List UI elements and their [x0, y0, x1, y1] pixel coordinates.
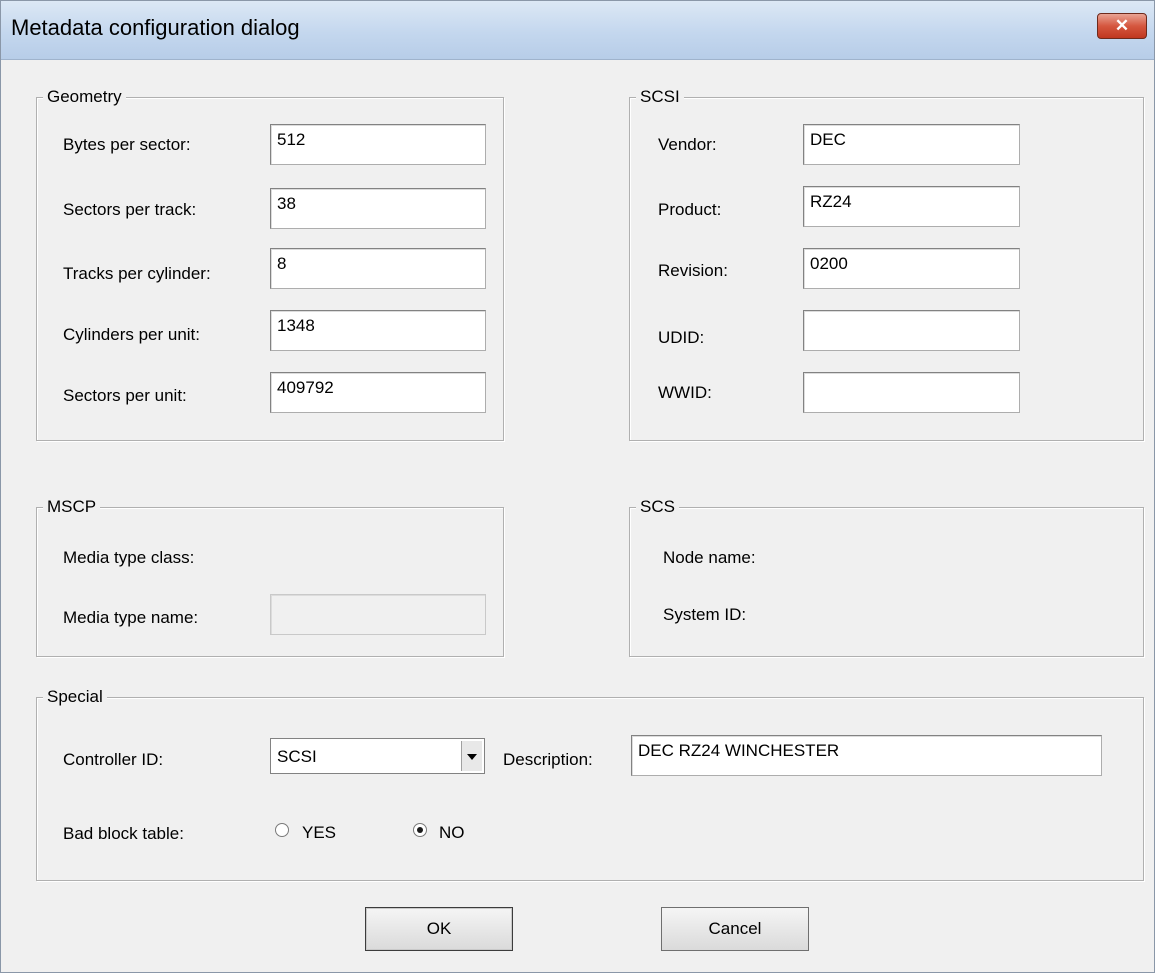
media-type-class-label: Media type class: — [63, 548, 195, 567]
bad-block-no-label[interactable]: NO — [439, 823, 465, 843]
bad-block-yes-radio[interactable] — [275, 823, 289, 837]
cylinders-per-unit-field[interactable]: 1348 — [270, 310, 486, 351]
special-legend: Special — [43, 687, 107, 707]
node-name-label: Node name: — [663, 548, 756, 567]
metadata-dialog: Metadata configuration dialog ✕ Geometry… — [0, 0, 1155, 973]
mscp-legend: MSCP — [43, 497, 101, 517]
geometry-group: Geometry Bytes per sector: 512 Sectors p… — [36, 87, 504, 441]
controller-id-select[interactable]: SCSI — [270, 738, 485, 774]
vendor-field[interactable]: DEC — [803, 124, 1020, 165]
bytes-per-sector-label: Bytes per sector: — [63, 135, 191, 154]
system-id-label: System ID: — [663, 605, 747, 624]
sectors-per-unit-field[interactable]: 409792 — [270, 372, 486, 413]
controller-id-value: SCSI — [277, 747, 317, 766]
bad-block-yes-label[interactable]: YES — [302, 823, 336, 843]
wwid-label: WWID: — [658, 383, 712, 402]
dialog-title: Metadata configuration dialog — [11, 15, 300, 40]
revision-label: Revision: — [658, 261, 728, 280]
bad-block-no-radio[interactable] — [413, 823, 427, 837]
description-field[interactable]: DEC RZ24 WINCHESTER — [631, 735, 1102, 776]
tracks-per-cylinder-label: Tracks per cylinder: — [63, 264, 211, 283]
media-type-name-label: Media type name: — [63, 608, 199, 627]
bytes-per-sector-field[interactable]: 512 — [270, 124, 486, 165]
product-label: Product: — [658, 200, 722, 219]
scs-legend: SCS — [636, 497, 679, 517]
bad-block-table-label: Bad block table: — [63, 824, 184, 843]
ok-button[interactable]: OK — [365, 907, 513, 951]
tracks-per-cylinder-field[interactable]: 8 — [270, 248, 486, 289]
cylinders-per-unit-label: Cylinders per unit: — [63, 325, 201, 344]
controller-id-label: Controller ID: — [63, 750, 164, 769]
wwid-field[interactable] — [803, 372, 1020, 413]
sectors-per-track-label: Sectors per track: — [63, 200, 197, 219]
udid-label: UDID: — [658, 328, 705, 347]
close-button[interactable]: ✕ — [1097, 13, 1147, 39]
special-group: Special Controller ID: SCSI Description:… — [36, 687, 1144, 881]
close-icon: ✕ — [1114, 16, 1130, 35]
sectors-per-track-field[interactable]: 38 — [270, 188, 486, 229]
scs-group: SCS Node name: System ID: — [629, 497, 1144, 657]
sectors-per-unit-label: Sectors per unit: — [63, 386, 187, 405]
description-label: Description: — [503, 750, 593, 769]
geometry-legend: Geometry — [43, 87, 126, 107]
scsi-group: SCSI Vendor: DEC Product: RZ24 Revision:… — [629, 87, 1144, 441]
chevron-down-icon[interactable] — [461, 741, 482, 771]
cancel-button[interactable]: Cancel — [661, 907, 809, 951]
product-field[interactable]: RZ24 — [803, 186, 1020, 227]
udid-field[interactable] — [803, 310, 1020, 351]
scsi-legend: SCSI — [636, 87, 684, 107]
vendor-label: Vendor: — [658, 135, 717, 154]
media-type-name-field — [270, 594, 486, 635]
mscp-group: MSCP Media type class: Media type name: — [36, 497, 504, 657]
revision-field[interactable]: 0200 — [803, 248, 1020, 289]
title-bar[interactable]: Metadata configuration dialog ✕ — [1, 1, 1154, 60]
